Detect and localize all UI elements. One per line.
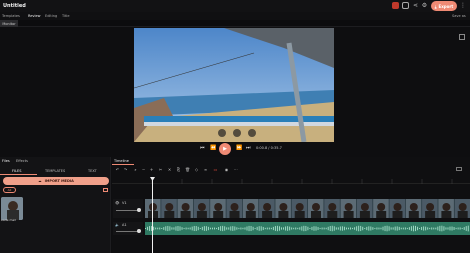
menu-editing[interactable]: Editing — [45, 14, 57, 18]
tab-templates[interactable]: TEMPLATES — [45, 169, 65, 173]
menu-title[interactable]: Title — [62, 14, 70, 18]
cut-icon[interactable]: ✂ — [158, 167, 163, 172]
timeline-settings-icon[interactable] — [456, 167, 462, 171]
ruler-ticks — [151, 179, 453, 184]
menu-templates[interactable]: Templates — [2, 14, 20, 18]
more-menu-icon[interactable]: ⋮ — [460, 2, 466, 9]
settings-icon[interactable]: ⚙ — [421, 2, 428, 9]
tab-files-top[interactable]: Files — [2, 159, 10, 163]
skip-back-icon[interactable]: ⏮ — [200, 145, 205, 151]
zoom-in-icon[interactable]: + — [149, 167, 154, 172]
media-thumbnail[interactable] — [1, 197, 23, 220]
play-button[interactable]: ▶ — [219, 143, 231, 155]
filter-all-label: All — [7, 188, 12, 192]
save-as-link[interactable]: Save as — [452, 14, 466, 18]
audio-track-header: 🔈 A1 — [113, 222, 143, 235]
skip-forward-icon[interactable]: ⏭ — [246, 145, 251, 151]
import-media-button[interactable]: ☁ IMPORT MEDIA — [3, 177, 109, 185]
view-tabs — [0, 20, 470, 27]
menu-bar — [0, 12, 470, 20]
upload-icon: ☁ — [38, 179, 42, 183]
tab-text[interactable]: TEXT — [88, 169, 97, 173]
marker-icon[interactable]: ◇ — [194, 167, 199, 172]
zoom-out-icon[interactable]: − — [141, 167, 146, 172]
timeline-ruler[interactable] — [112, 176, 470, 184]
project-title[interactable]: Untitled — [3, 3, 26, 9]
video-frame-image — [134, 28, 334, 142]
record-voice-icon[interactable]: ▭ — [212, 167, 219, 172]
audio-clip[interactable] — [145, 222, 470, 235]
export-icon: ⤓ — [434, 3, 437, 9]
timecode: 0:00.8 / 0:35.7 — [256, 146, 282, 150]
audio-track-label: A1 — [122, 223, 127, 227]
delete-icon[interactable]: 🗑 — [185, 167, 190, 172]
filter-all-chip[interactable]: All — [3, 187, 16, 193]
snap-icon[interactable]: ⋯ — [233, 167, 238, 172]
import-media-label: IMPORT MEDIA — [44, 179, 74, 183]
export-label: Export — [438, 3, 454, 9]
video-track-header: 👁 V1 — [113, 199, 143, 218]
video-track-label: V1 — [122, 201, 127, 205]
tab-timeline[interactable]: Timeline — [114, 159, 129, 163]
tab-monitor[interactable]: Monitor — [0, 20, 18, 27]
active-tab-indicator — [0, 174, 37, 175]
video-preview[interactable] — [134, 28, 334, 142]
playhead[interactable] — [152, 178, 153, 253]
video-volume-handle[interactable] — [137, 208, 141, 212]
tab-effects[interactable]: Effects — [16, 159, 28, 163]
tab-files[interactable]: FILES — [12, 169, 21, 173]
video-clip[interactable] — [145, 199, 470, 218]
fast-forward-icon[interactable]: ⏩ — [236, 145, 242, 151]
menu-review[interactable]: Review — [28, 14, 41, 18]
share-icon[interactable]: ⋖ — [412, 2, 419, 9]
caption-icon[interactable] — [402, 2, 409, 9]
top-bar — [0, 0, 470, 12]
fullscreen-icon[interactable] — [459, 34, 465, 40]
redo-icon[interactable]: ↷ — [123, 167, 128, 172]
audio-volume-handle[interactable] — [137, 229, 141, 233]
rewind-icon[interactable]: ⏪ — [210, 145, 216, 151]
camera-icon[interactable] — [103, 188, 108, 192]
speed-icon[interactable]: ◉ — [224, 167, 229, 172]
export-button[interactable]: ⤓ Export — [431, 1, 457, 11]
link-icon[interactable]: ∞ — [203, 167, 208, 172]
zoom-icon[interactable]: ⌕ — [133, 167, 138, 172]
thumbnail-label: bada mail — [1, 218, 16, 222]
copy-icon[interactable]: ⎘ — [176, 167, 181, 172]
record-icon[interactable] — [392, 2, 399, 9]
thumbnail-image — [1, 197, 23, 220]
split-icon[interactable]: ✕ — [167, 167, 172, 172]
undo-icon[interactable]: ↶ — [115, 167, 120, 172]
timeline-tab-indicator — [112, 164, 134, 165]
eye-icon[interactable]: 👁 — [115, 201, 119, 205]
audio-waveform — [145, 225, 469, 232]
video-clip-thumbnails — [145, 199, 470, 218]
speaker-icon[interactable]: 🔈 — [115, 223, 119, 227]
play-icon: ▶ — [223, 146, 227, 152]
